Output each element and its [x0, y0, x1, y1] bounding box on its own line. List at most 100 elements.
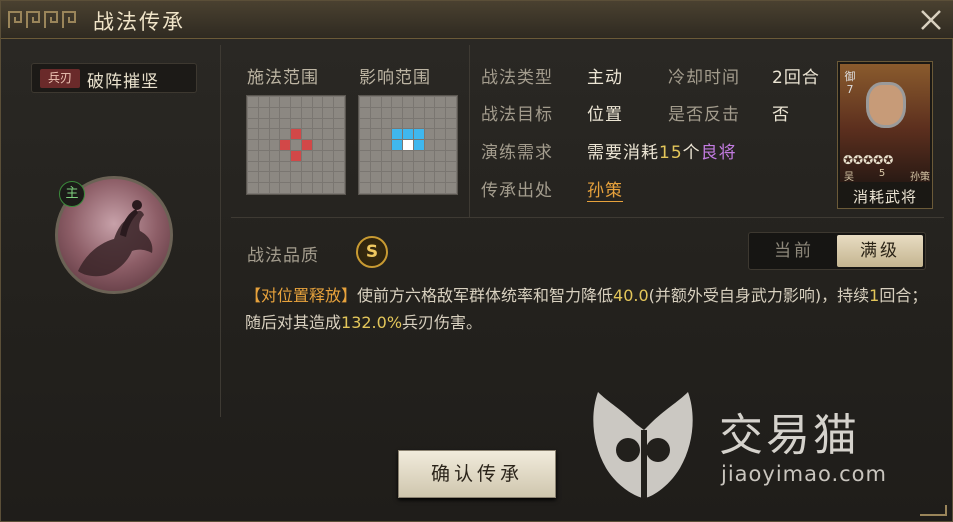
grid-cell [413, 97, 424, 107]
inherit-skill-dialog: 战法传承 兵刃 破阵摧坚 主 施法范围 影响范围 战法类型 主动 冷却时间 2回… [0, 0, 953, 522]
grid-cell [291, 183, 301, 193]
grid-cell [370, 97, 381, 107]
grid-cell [403, 150, 413, 161]
source-value[interactable]: 孙策 [587, 176, 623, 202]
grid-cell [323, 118, 334, 129]
grade-badge: S [356, 236, 388, 268]
grid-cell [312, 118, 323, 129]
watermark-cat-icon [593, 392, 693, 498]
quality-label: 战法品质 [247, 246, 319, 266]
grid-cell [424, 161, 435, 172]
grid-cell [312, 172, 323, 183]
grid-cell [248, 97, 258, 107]
max-level-tab[interactable]: 满级 [837, 235, 923, 267]
grid-cell [403, 107, 413, 118]
desc-value: 132.0% [341, 313, 403, 332]
grid-cell [248, 183, 258, 193]
grid-cell [280, 150, 291, 161]
grid-cell [258, 150, 269, 161]
current-level-tab[interactable]: 当前 [751, 235, 837, 267]
grid-cell [424, 140, 435, 150]
grid-cell [248, 172, 258, 183]
grid-cell [413, 107, 424, 118]
grid-cell [301, 97, 312, 107]
grid-cell [269, 97, 280, 107]
grid-cell [334, 172, 344, 183]
grid-cell [370, 161, 381, 172]
grid-cell [446, 183, 456, 193]
train-prefix: 需要消耗 [587, 143, 659, 163]
cast-range-grid [246, 95, 346, 195]
grid-cell [370, 150, 381, 161]
grid-cell [258, 183, 269, 193]
grid-cell [381, 97, 392, 107]
card-rank: 御7 [844, 70, 856, 96]
grid-cell [258, 172, 269, 183]
consumed-general-card[interactable]: 御7 ✪✪✪✪✪ 吴 5 孙策 消耗武将 [837, 61, 933, 209]
grid-cell [360, 150, 370, 161]
skill-type-label: 战法类型 [481, 68, 553, 88]
close-icon[interactable] [918, 7, 944, 33]
source-hero-link[interactable]: 孙策 [587, 181, 623, 202]
train-count: 15 [659, 143, 683, 163]
grid-cell [360, 107, 370, 118]
grid-cell [446, 140, 456, 150]
level-toggle: 当前 满级 [748, 232, 926, 270]
grid-cell [323, 150, 334, 161]
grid-cell [392, 97, 403, 107]
source-label: 传承出处 [481, 181, 553, 201]
grid-cell [291, 97, 301, 107]
confirm-inherit-button[interactable]: 确认传承 [398, 450, 556, 498]
grid-cell [269, 107, 280, 118]
grid-cell [334, 107, 344, 118]
grid-cell [435, 129, 446, 140]
grid-cell [301, 183, 312, 193]
grid-cell [446, 150, 456, 161]
grid-cell [424, 150, 435, 161]
grid-cell [381, 150, 392, 161]
grid-cell [280, 140, 291, 150]
skill-name: 破阵摧坚 [87, 72, 159, 92]
grid-cell [301, 161, 312, 172]
desc-value: 40.0 [613, 286, 649, 305]
grid-cell [392, 129, 403, 140]
grid-cell [323, 129, 334, 140]
grid-cell [413, 140, 424, 150]
grid-cell [413, 129, 424, 140]
grid-cell [301, 118, 312, 129]
train-requirement: 需要消耗15个良将 [587, 138, 737, 163]
grid-cell [360, 140, 370, 150]
grid-cell [446, 107, 456, 118]
skill-name-box: 兵刃 破阵摧坚 [31, 63, 197, 93]
desc-tag: 【对位置释放】 [245, 286, 358, 305]
grid-cell [381, 118, 392, 129]
grid-cell [248, 107, 258, 118]
grid-cell [258, 97, 269, 107]
grid-cell [424, 183, 435, 193]
grid-cell [301, 172, 312, 183]
skill-type-tag: 兵刃 [40, 69, 80, 88]
star-icons: ✪✪✪✪✪ [843, 153, 894, 167]
grid-cell [291, 140, 301, 150]
grid-cell [392, 172, 403, 183]
grid-cell [413, 161, 424, 172]
corner-ornament-icon [920, 505, 947, 516]
skill-type-value: 主动 [587, 68, 623, 88]
grid-cell [323, 172, 334, 183]
grid-cell [381, 172, 392, 183]
grid-cell [413, 172, 424, 183]
grid-cell [403, 129, 413, 140]
grid-cell [435, 172, 446, 183]
grid-cell [381, 107, 392, 118]
grid-cell [291, 118, 301, 129]
grid-cell [312, 183, 323, 193]
effect-range-grid [358, 95, 458, 195]
grid-cell [312, 140, 323, 150]
grid-cell [446, 129, 456, 140]
skill-description: 【对位置释放】使前方六格敌军群体统率和智力降低40.0(并额外受自身武力影响)，… [245, 282, 935, 336]
grid-cell [280, 129, 291, 140]
grid-cell [403, 161, 413, 172]
grid-cell [370, 107, 381, 118]
grid-cell [258, 118, 269, 129]
grid-cell [323, 161, 334, 172]
